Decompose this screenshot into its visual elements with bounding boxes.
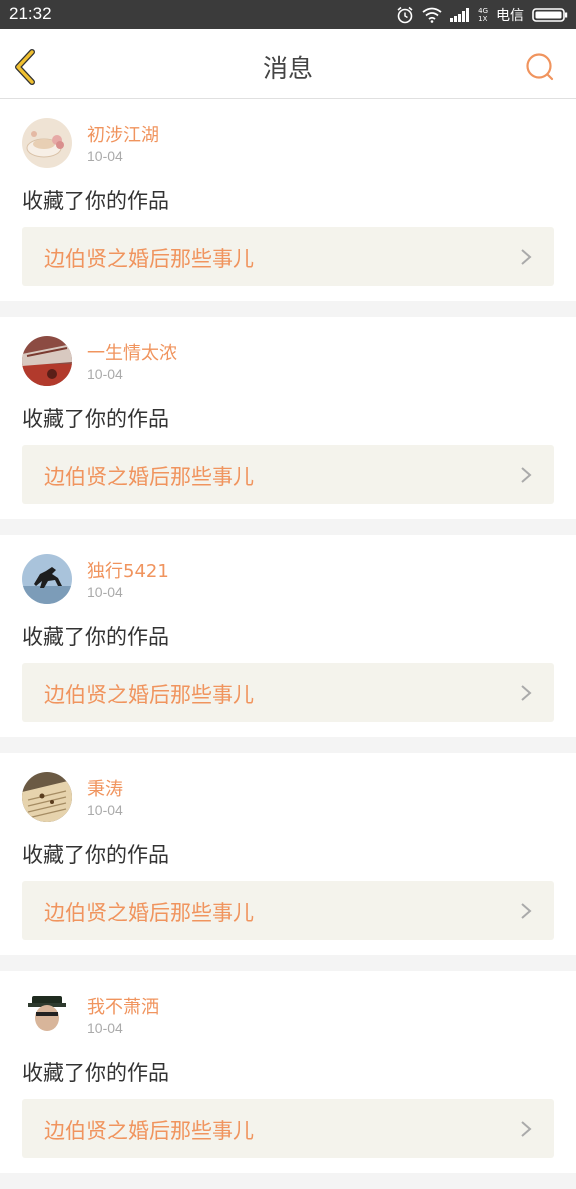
carrier-name: 电信 bbox=[496, 8, 524, 24]
work-link[interactable]: 边伯贤之婚后那些事儿 bbox=[22, 227, 554, 286]
message-date: 10-04 bbox=[87, 366, 123, 382]
avatar[interactable] bbox=[22, 336, 72, 386]
message-card: 初涉江湖 10-04 收藏了你的作品 边伯贤之婚后那些事儿 bbox=[0, 99, 576, 301]
message-action-text: 收藏了你的作品 bbox=[22, 843, 169, 867]
message-date: 10-04 bbox=[87, 148, 123, 164]
work-link[interactable]: 边伯贤之婚后那些事儿 bbox=[22, 1099, 554, 1158]
work-title: 边伯贤之婚后那些事儿 bbox=[44, 683, 254, 707]
message-card: 独行5421 10-04 收藏了你的作品 边伯贤之婚后那些事儿 bbox=[0, 535, 576, 737]
work-link[interactable]: 边伯贤之婚后那些事儿 bbox=[22, 881, 554, 940]
avatar-street-image bbox=[22, 336, 72, 386]
message-date: 10-04 bbox=[87, 584, 123, 600]
username[interactable]: 初涉江湖 bbox=[87, 121, 159, 147]
avatar-book-image bbox=[22, 772, 72, 822]
message-card: 秉涛 10-04 收藏了你的作品 边伯贤之婚后那些事儿 bbox=[0, 753, 576, 955]
status-icons: 4G 1X 电信 bbox=[396, 4, 568, 26]
message-date: 10-04 bbox=[87, 1020, 123, 1036]
work-link[interactable]: 边伯贤之婚后那些事儿 bbox=[22, 445, 554, 504]
status-bar: 21:32 4G 1X 电信 bbox=[0, 0, 576, 29]
message-card: 我不萧洒 10-04 收藏了你的作品 边伯贤之婚后那些事儿 bbox=[0, 971, 576, 1173]
avatar[interactable] bbox=[22, 554, 72, 604]
message-action-text: 收藏了你的作品 bbox=[22, 189, 169, 213]
wifi-icon bbox=[422, 7, 442, 23]
alarm-icon bbox=[397, 6, 413, 24]
network-type: 4G 1X bbox=[478, 7, 488, 23]
chevron-right-icon bbox=[521, 467, 532, 483]
username[interactable]: 秉涛 bbox=[87, 775, 123, 801]
header-bar: 消息 bbox=[0, 29, 576, 99]
work-title: 边伯贤之婚后那些事儿 bbox=[44, 247, 254, 271]
avatar-person-image bbox=[22, 990, 72, 1040]
work-title: 边伯贤之婚后那些事儿 bbox=[44, 1119, 254, 1143]
message-action-text: 收藏了你的作品 bbox=[22, 1061, 169, 1085]
battery-icon bbox=[532, 8, 568, 22]
username[interactable]: 独行5421 bbox=[87, 557, 169, 583]
message-list: 初涉江湖 10-04 收藏了你的作品 边伯贤之婚后那些事儿 一生情太浓 10-0… bbox=[0, 99, 576, 1189]
avatar[interactable] bbox=[22, 772, 72, 822]
chevron-right-icon bbox=[521, 903, 532, 919]
work-link[interactable]: 边伯贤之婚后那些事儿 bbox=[22, 663, 554, 722]
avatar-horse-image bbox=[22, 554, 72, 604]
chevron-right-icon bbox=[521, 249, 532, 265]
message-action-text: 收藏了你的作品 bbox=[22, 407, 169, 431]
search-icon bbox=[526, 53, 554, 81]
avatar[interactable] bbox=[22, 118, 72, 168]
username[interactable]: 一生情太浓 bbox=[87, 339, 177, 365]
status-time: 21:32 bbox=[9, 4, 52, 23]
message-action-text: 收藏了你的作品 bbox=[22, 625, 169, 649]
message-card: 一生情太浓 10-04 收藏了你的作品 边伯贤之婚后那些事儿 bbox=[0, 317, 576, 519]
username[interactable]: 我不萧洒 bbox=[87, 993, 159, 1019]
work-title: 边伯贤之婚后那些事儿 bbox=[44, 465, 254, 489]
message-date: 10-04 bbox=[87, 802, 123, 818]
chevron-right-icon bbox=[521, 685, 532, 701]
avatar[interactable] bbox=[22, 990, 72, 1040]
work-title: 边伯贤之婚后那些事儿 bbox=[44, 901, 254, 925]
search-button[interactable] bbox=[524, 51, 558, 85]
avatar-teacup-image bbox=[22, 118, 72, 168]
chevron-right-icon bbox=[521, 1121, 532, 1137]
page-title: 消息 bbox=[262, 54, 313, 83]
signal-icon bbox=[450, 8, 470, 22]
